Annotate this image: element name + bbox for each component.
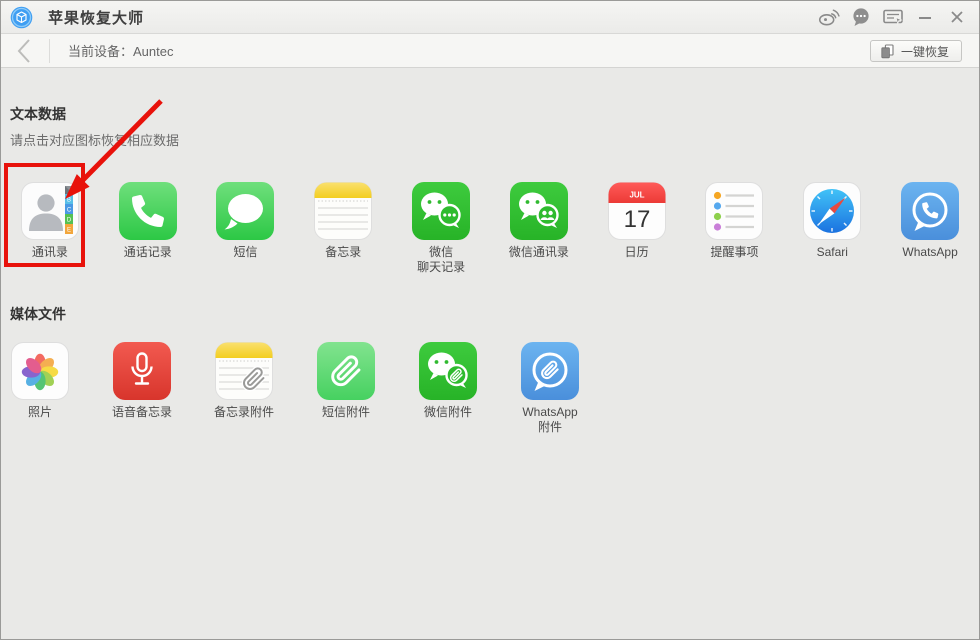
toolbar-separator [49,39,50,63]
app-item-label: 微信附件 [424,405,472,420]
contacts-icon: BCDE [21,182,79,240]
photos-icon [11,342,69,400]
section-title-media-files: 媒体文件 [10,306,979,322]
app-item-label: 备忘录附件 [214,405,274,420]
app-item-sms[interactable]: 短信 [197,182,295,275]
app-item-wechat-chat[interactable]: 微信 聊天记录 [392,182,490,275]
wechat-chat-icon [412,182,470,240]
app-item-label: 备忘录 [325,245,361,260]
notes-attachment-icon [215,342,273,400]
app-item-photos[interactable]: 照片 [1,342,91,435]
app-title: 苹果恢复大师 [48,7,144,28]
app-item-label: Safari [817,245,848,260]
app-item-call-records[interactable]: 通话记录 [99,182,197,275]
section-subtitle: 请点击对应图标恢复相应数据 [10,133,979,149]
app-item-calendar[interactable]: JUL 17 日历 [588,182,686,275]
app-item-label: 语音备忘录 [112,405,172,420]
calendar-icon: JUL 17 [608,182,666,240]
app-item-label: 日历 [625,245,649,260]
app-item-label: 照片 [28,405,52,420]
titlebar: 苹果恢复大师 [1,1,979,34]
svg-text:B: B [67,198,71,204]
app-item-label: 通话记录 [124,245,172,260]
minimize-button[interactable] [913,5,937,29]
svg-text:E: E [67,228,71,234]
app-item-label: 通讯录 [32,245,68,260]
phone-icon [119,182,177,240]
svg-text:D: D [67,218,72,224]
app-item-voice-memos[interactable]: 语音备忘录 [91,342,193,435]
app-item-label: WhatsApp 附件 [522,405,577,435]
app-item-label: WhatsApp [902,245,957,260]
back-chevron-icon [14,36,36,66]
app-item-whatsapp[interactable]: WhatsApp [881,182,979,275]
app-item-whatsapp-attachment[interactable]: WhatsApp 附件 [499,342,601,435]
app-item-sms-attachment[interactable]: 短信附件 [295,342,397,435]
reminders-icon [705,182,763,240]
sms-attachment-icon [317,342,375,400]
feedback-chat-icon[interactable] [849,5,873,29]
messages-icon [216,182,274,240]
feedback-form-icon[interactable] [881,5,905,29]
close-button[interactable] [945,5,969,29]
app-item-contacts[interactable]: BCDE 通讯录 [1,182,99,275]
toolbar: 当前设备：Auntec 一键恢复 [1,34,979,68]
app-item-label: 短信附件 [322,405,370,420]
app-item-wechat-contacts[interactable]: 微信通讯录 [490,182,588,275]
back-button[interactable] [1,34,49,68]
one-click-recover-button[interactable]: 一键恢复 [870,40,962,62]
recover-copy-icon [879,43,895,59]
app-item-label: 提醒事项 [710,245,758,260]
weibo-icon[interactable] [817,5,841,29]
calendar-month: JUL [629,191,644,200]
section-title-text-data: 文本数据 [10,106,979,122]
app-item-label: 短信 [233,245,257,260]
app-item-wechat-attachment[interactable]: 微信附件 [397,342,499,435]
app-window: 苹果恢复大师 [0,0,980,640]
whatsapp-icon [901,182,959,240]
app-item-notes[interactable]: 备忘录 [294,182,392,275]
svg-text:C: C [67,208,72,214]
safari-icon [803,182,861,240]
app-item-notes-attachment[interactable]: 备忘录附件 [193,342,295,435]
app-item-safari[interactable]: Safari [783,182,881,275]
recover-button-label: 一键恢复 [901,43,949,60]
app-item-label: 微信通讯录 [509,245,569,260]
app-logo-icon [10,6,33,29]
app-item-label: 微信 聊天记录 [417,245,465,275]
voice-memos-icon [113,342,171,400]
wechat-contacts-icon [510,182,568,240]
media-files-grid: 照片 语音备忘录 [1,342,979,435]
calendar-day: 17 [623,206,650,233]
app-item-reminders[interactable]: 提醒事项 [686,182,784,275]
device-label: 当前设备：Auntec [68,41,173,60]
main-content: 文本数据 请点击对应图标恢复相应数据 [1,68,979,639]
wechat-attachment-icon [419,342,477,400]
text-data-grid: BCDE 通讯录 通话记录 [1,182,979,275]
notes-icon [314,182,372,240]
whatsapp-attachment-icon [521,342,579,400]
